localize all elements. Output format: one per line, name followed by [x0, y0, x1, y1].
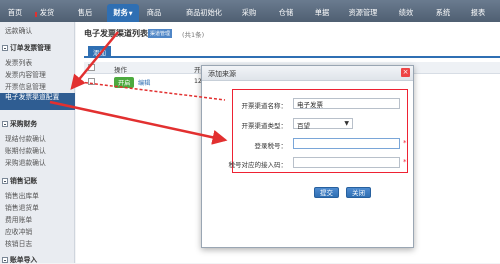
sidebar-item-writeoff-log[interactable]: 核销日志 [0, 238, 75, 248]
sidebar-group-sales-accounting[interactable]: 销售记账 [0, 175, 75, 185]
sidebar-item-invoice-content[interactable]: 发票内容管理 [0, 69, 75, 79]
nav-tab-performance[interactable]: 绩效 [395, 4, 417, 22]
nav-tab-finance[interactable]: 财务▼ [107, 4, 139, 22]
sidebar-item-invoice-list[interactable]: 发票列表 [0, 57, 75, 67]
edit-link[interactable]: 编辑 [138, 78, 150, 87]
dialog-header: 添加来源 × [202, 66, 413, 81]
required-mark: * [403, 139, 407, 147]
sidebar-item-remit-confirm[interactable]: 远款确认 [0, 25, 75, 35]
page-title: 电子发票渠道列表 [84, 29, 148, 38]
collapse-icon [2, 121, 8, 127]
tax-number-label: 登录税号： [254, 142, 288, 150]
record-count: (共1条) [182, 31, 205, 39]
add-tab[interactable]: 添加 [88, 46, 111, 58]
channel-name-input[interactable] [293, 98, 400, 109]
sidebar-item-receivable-writeoff[interactable]: 应收冲销 [0, 226, 75, 236]
sidebar-item-einvoice-channel[interactable]: 电子发票渠道配置 [0, 93, 75, 110]
form-highlight-box: 开票渠道名称： 开票渠道类型： 百望▼ 登录税号： * 税号对应的接入码： * [228, 89, 408, 173]
nav-tab-system[interactable]: 系统 [432, 4, 454, 22]
required-mark: * [403, 158, 407, 166]
dialog-title: 添加来源 [208, 70, 236, 78]
sidebar-item-cash-payment[interactable]: 现结付款确认 [0, 133, 75, 143]
submit-button[interactable]: 提交 [314, 187, 339, 198]
sidebar-item-purchase-refund[interactable]: 采购退款确认 [0, 157, 75, 167]
nav-tab-goods-init[interactable]: 商品初始化 [180, 4, 228, 22]
collapse-icon [2, 257, 8, 263]
collapse-icon [2, 45, 8, 51]
nav-tab-documents[interactable]: 单据 [311, 4, 333, 22]
nav-tab-reports[interactable]: 报表 [467, 4, 489, 22]
tax-number-input[interactable] [293, 138, 400, 149]
column-header-actions: 操作 [114, 66, 127, 74]
nav-tab-warehouse[interactable]: 仓储 [275, 4, 297, 22]
row-checkbox[interactable] [88, 78, 95, 85]
sidebar-item-sales-outbound[interactable]: 销售出库单 [0, 190, 75, 200]
sidebar-group-purchase-finance[interactable]: 采购财务 [0, 118, 75, 128]
access-code-label: 税号对应的接入码： [228, 161, 288, 169]
nav-tab-purchase[interactable]: 采购 [238, 4, 260, 22]
channel-tag[interactable]: 渠道管理 [148, 29, 173, 38]
collapse-icon [2, 178, 8, 184]
select-all-checkbox[interactable] [88, 64, 95, 71]
status-badge[interactable]: 开启 [114, 77, 135, 88]
sidebar: 远款确认 订单发票管理 发票列表 发票内容管理 开票信息管理 电子发票渠道配置 … [0, 22, 75, 264]
nav-tab-shipping[interactable]: 发货 [36, 4, 58, 22]
nav-tab-resources[interactable]: 资源管理 [344, 4, 382, 22]
close-icon[interactable]: × [401, 68, 410, 77]
sidebar-item-expense-bill[interactable]: 费用账单 [0, 214, 75, 224]
close-button[interactable]: 关闭 [346, 187, 371, 198]
top-nav: 首页 发货 售后 财务▼ 商品 商品初始化 采购 仓储 单据 资源管理 绩效 系… [0, 0, 500, 22]
nav-tab-goods[interactable]: 商品 [143, 4, 165, 22]
tab-bar: 添加 [84, 44, 500, 58]
sidebar-item-term-payment[interactable]: 账期付款确认 [0, 145, 75, 155]
nav-tab-home[interactable]: 首页 [4, 4, 26, 22]
channel-name-label: 开票渠道名称： [241, 102, 288, 110]
sidebar-item-billing-info[interactable]: 开票信息管理 [0, 81, 75, 91]
sidebar-group-invoice[interactable]: 订单发票管理 [0, 42, 75, 52]
channel-type-label: 开票渠道类型： [241, 122, 288, 130]
nav-tab-aftersale[interactable]: 售后 [74, 4, 96, 22]
sidebar-item-sales-return[interactable]: 销售退货单 [0, 202, 75, 212]
add-source-dialog: 添加来源 × 开票渠道名称： 开票渠道类型： 百望▼ 登录税号： * 税号对应的… [201, 65, 414, 248]
dropdown-arrow-icon: ▼ [344, 120, 349, 127]
chevron-down-icon: ▼ [128, 11, 133, 17]
channel-type-select[interactable]: 百望 ▼ [293, 118, 353, 130]
access-code-input[interactable] [293, 157, 400, 168]
